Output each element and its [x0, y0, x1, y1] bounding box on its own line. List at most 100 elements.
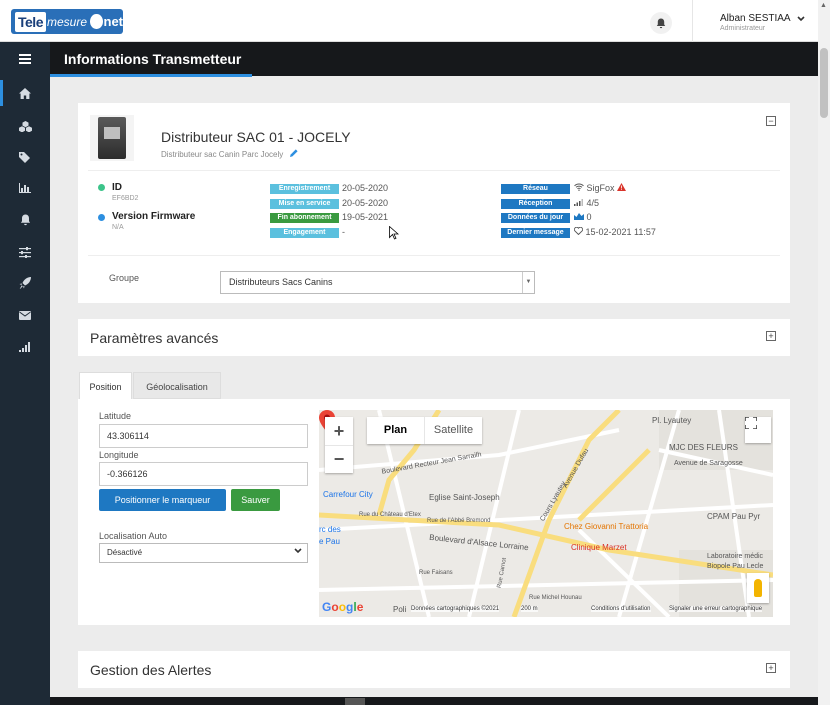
divider [88, 170, 780, 171]
value-reseau: SigFox [574, 183, 627, 193]
value-reception: 4/5 [574, 198, 599, 208]
map[interactable]: Pl. Lyautey MJC DES FLEURS Avenue de Sar… [319, 410, 773, 617]
device-subtitle: Distributeur sac Canin Parc Jocely [161, 149, 298, 159]
map-label: Biopole Pau Lecle [707, 563, 764, 570]
alerts-title: Gestion des Alertes [90, 662, 212, 678]
donnees-text: 0 [586, 212, 592, 222]
expand-plus-icon[interactable]: + [766, 663, 776, 673]
sidebar-item-statistics[interactable] [0, 173, 50, 203]
user-name[interactable]: Alban SESTIAA [720, 13, 791, 24]
alerts-header[interactable]: Gestion des Alertes + [78, 651, 790, 688]
scroll-up-arrow-icon[interactable]: ▲ [820, 2, 827, 9]
sliders-icon [19, 246, 31, 258]
bell-icon [20, 214, 30, 226]
zoom-out-button[interactable]: − [325, 445, 353, 473]
auto-location-label: Localisation Auto [99, 531, 168, 541]
map-type-satellite-button[interactable]: Satellite [424, 417, 482, 444]
map-label: Rue Faisans [419, 570, 453, 576]
badge-dernier-message: Dernier message [501, 228, 570, 238]
sidebar-item-deploy[interactable] [0, 268, 50, 298]
value-dernier-message: 15-02-2021 11:57 [573, 226, 656, 237]
badge-fin-abonnement: Fin abonnement [270, 213, 339, 223]
sidebar-menu-toggle-icon[interactable] [0, 44, 50, 74]
wifi-icon [574, 183, 584, 191]
value-engagement: - [342, 227, 345, 237]
signal-icon [19, 342, 30, 352]
street-view-pegman-icon[interactable] [747, 573, 769, 603]
tab-geolocalisation[interactable]: Géolocalisation [133, 372, 221, 399]
page-header: Informations Transmetteur [50, 42, 818, 77]
sidebar [0, 42, 50, 705]
fullscreen-icon[interactable] [745, 417, 771, 443]
map-label: Rue du Château d'Etex [359, 512, 421, 518]
device-image [90, 115, 134, 161]
sidebar-item-settings[interactable] [0, 237, 50, 267]
map-poi-label: e Pau [319, 537, 340, 546]
logo-text-tele: Tele [15, 11, 46, 32]
dernier-message-text: 15-02-2021 11:57 [585, 227, 656, 237]
firmware-value: N/A [112, 224, 124, 231]
map-poi-label: Chez Giovanni Trattoria [564, 522, 649, 531]
rocket-icon [19, 277, 31, 289]
map-label: Poli [393, 605, 407, 614]
reseau-text: SigFox [586, 183, 615, 193]
auto-location-select[interactable]: Désactivé [99, 543, 308, 563]
longitude-input[interactable]: -0.366126 [99, 462, 308, 486]
horizontal-scroll-thumb[interactable] [345, 698, 365, 705]
sidebar-item-home[interactable] [0, 78, 50, 108]
map-label: Rue de l'Abbé Bremond [427, 518, 491, 524]
cubes-icon [18, 120, 32, 132]
user-menu-chevron-down-icon[interactable] [797, 14, 805, 24]
value-fin-abonnement: 19-05-2021 [342, 212, 389, 222]
map-data-attribution: Données cartographiques ©2021 [411, 606, 500, 612]
logo-dot-icon [90, 14, 103, 29]
sidebar-item-alerts[interactable] [0, 205, 50, 235]
latitude-input[interactable]: 43.306114 [99, 424, 308, 448]
advanced-params-title: Paramètres avancés [90, 330, 219, 346]
sidebar-item-signal[interactable] [0, 332, 50, 362]
status-dot-blue [98, 214, 105, 221]
map-report-error-link[interactable]: Signaler une erreur cartographique [669, 606, 763, 612]
envelope-icon [19, 310, 31, 320]
tab-position[interactable]: Position [79, 372, 132, 399]
map-poi-label: rc des [319, 525, 341, 534]
collapse-minus-icon[interactable]: − [766, 116, 776, 126]
map-poi-label: Clinique Marzet [571, 543, 627, 552]
position-marker-button[interactable]: Positionner le marqueur [99, 489, 226, 511]
map-type-plan-button[interactable]: Plan [367, 417, 424, 444]
advanced-params-header[interactable]: Paramètres avancés + [78, 319, 790, 356]
vertical-scrollbar[interactable]: ▲ [818, 0, 830, 705]
map-label: CPAM Pau Pyr [707, 512, 761, 521]
sidebar-item-devices[interactable] [0, 111, 50, 141]
sidebar-item-messages[interactable] [0, 300, 50, 330]
telemesure-logo[interactable]: Tele mesure net [11, 9, 123, 34]
map-terms-link[interactable]: Conditions d'utilisation [591, 606, 651, 612]
save-button[interactable]: Sauver [231, 489, 280, 511]
user-role: Administrateur [720, 25, 766, 32]
home-icon [19, 87, 31, 99]
badge-engagement: Engagement [270, 228, 339, 238]
status-dot-green [98, 184, 105, 191]
value-donnees-du-jour: 0 [574, 212, 592, 222]
heart-icon [573, 226, 584, 236]
warning-icon [617, 183, 627, 191]
google-logo: Google [322, 600, 364, 614]
sidebar-item-tags[interactable] [0, 142, 50, 172]
value-mise-en-service: 20-05-2020 [342, 198, 389, 208]
device-info-card: Distributeur SAC 01 - JOCELY Distributeu… [78, 103, 790, 303]
caret-down-icon: ▼ [522, 272, 534, 293]
zoom-in-button[interactable]: + [325, 417, 353, 445]
map-scale: 200 m [521, 606, 538, 612]
map-poi-label: Carrefour City [323, 490, 373, 499]
notifications-bell-icon[interactable] [650, 12, 672, 34]
badge-reception: Réception [501, 199, 570, 209]
topbar-divider [692, 0, 693, 42]
divider [88, 255, 780, 256]
scroll-thumb[interactable] [820, 48, 828, 118]
groupe-select-value: Distributeurs Sacs Canins [229, 277, 333, 287]
position-panel: Latitude 43.306114 Longitude -0.366126 P… [78, 399, 790, 625]
expand-plus-icon[interactable]: + [766, 331, 776, 341]
groupe-select[interactable]: Distributeurs Sacs Canins ▼ [220, 271, 535, 294]
edit-pencil-icon[interactable] [289, 149, 298, 159]
map-poi-label: Eglise Saint-Joseph [429, 493, 500, 502]
